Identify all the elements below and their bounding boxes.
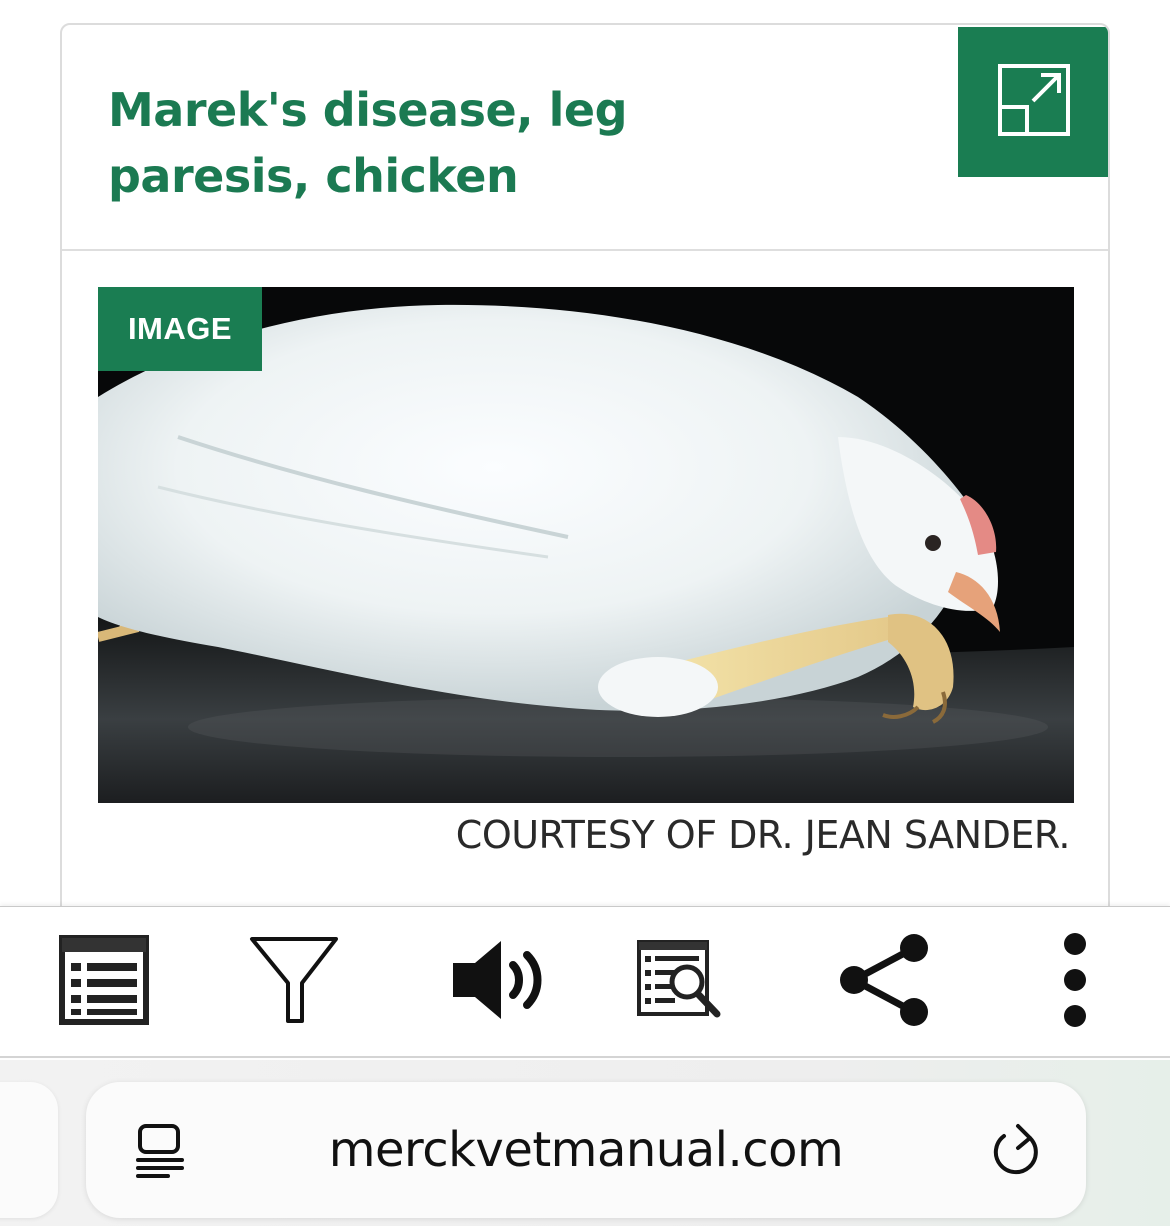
image-card: Marek's disease, leg paresis, chicken IM… bbox=[60, 23, 1110, 923]
filter-button[interactable] bbox=[244, 907, 344, 1057]
card-divider bbox=[62, 249, 1108, 251]
bottom-toolbar bbox=[0, 906, 1170, 1058]
filter-icon bbox=[248, 935, 340, 1030]
share-button[interactable] bbox=[832, 907, 936, 1057]
chicken-photo[interactable]: IMAGE bbox=[98, 287, 1074, 803]
share-icon bbox=[836, 932, 932, 1033]
card-title: Marek's disease, leg paresis, chicken bbox=[108, 83, 628, 203]
expand-icon bbox=[997, 63, 1071, 142]
image-tag: IMAGE bbox=[98, 287, 262, 371]
url-field[interactable]: merckvetmanual.com bbox=[86, 1082, 1086, 1218]
url-text: merckvetmanual.com bbox=[328, 1122, 844, 1178]
browser-address-bar: merckvetmanual.com bbox=[0, 1060, 1170, 1226]
previous-tab[interactable] bbox=[0, 1082, 58, 1218]
expand-button[interactable] bbox=[958, 27, 1108, 177]
photo-credit: COURTESY OF DR. JEAN SANDER. bbox=[455, 813, 1071, 857]
audio-icon bbox=[449, 935, 555, 1030]
find-in-page-icon bbox=[635, 938, 725, 1027]
table-of-contents-icon bbox=[59, 934, 149, 1030]
find-in-page-button[interactable] bbox=[630, 907, 730, 1057]
more-button[interactable] bbox=[1040, 907, 1110, 1057]
reload-icon[interactable] bbox=[990, 1120, 1046, 1185]
audio-button[interactable] bbox=[446, 907, 558, 1057]
more-vertical-icon bbox=[1060, 932, 1090, 1033]
toc-button[interactable] bbox=[54, 907, 154, 1057]
